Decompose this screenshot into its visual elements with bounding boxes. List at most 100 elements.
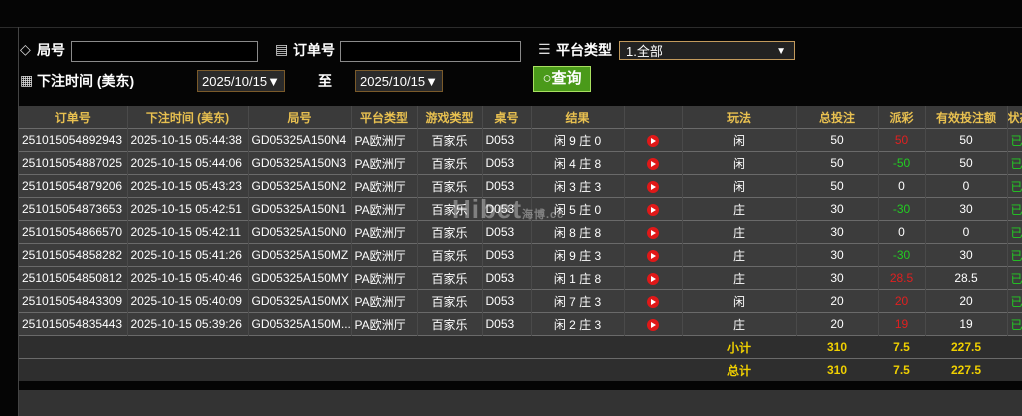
- subtotal-bet: 310: [796, 335, 878, 359]
- order-cell: 251015054873653: [19, 197, 128, 221]
- payout-cell: 19: [878, 312, 926, 336]
- game-type-cell: 百家乐: [417, 151, 483, 175]
- platform-cell: PA欧洲厅: [351, 289, 418, 313]
- col-header-order: 订单号: [19, 106, 128, 129]
- play-cell: 闲: [682, 174, 797, 198]
- table-no-cell: D053: [482, 312, 532, 336]
- play-video-icon[interactable]: [647, 272, 659, 285]
- watermark-suffix: .cc: [546, 209, 565, 221]
- game-type-cell: 百家乐: [417, 312, 483, 336]
- order-cell: 251015054850812: [19, 266, 128, 290]
- play-cell: 闲: [682, 128, 797, 152]
- bet-cell: 30: [796, 220, 879, 244]
- time-cell: 2025-10-15 05:41:26: [127, 243, 249, 267]
- status-cell: 已派: [1007, 266, 1022, 290]
- play-video-icon[interactable]: [647, 180, 659, 193]
- replay-cell[interactable]: [624, 128, 683, 152]
- play-video-icon[interactable]: [647, 203, 659, 216]
- result-cell: 闲 1 庄 8: [531, 266, 625, 290]
- game-no-label: 局号: [37, 42, 65, 58]
- platform-select[interactable]: 1.全部 ▼: [619, 41, 795, 60]
- payout-cell: 20: [878, 289, 926, 313]
- col-header-bet: 总投注: [796, 106, 879, 129]
- bet-cell: 20: [796, 312, 879, 336]
- status-cell: 已派: [1007, 151, 1022, 175]
- tag-icon: ◇: [20, 41, 31, 57]
- status-cell: 已派: [1007, 197, 1022, 221]
- play-video-icon[interactable]: [647, 157, 659, 170]
- replay-cell[interactable]: [624, 197, 683, 221]
- replay-cell[interactable]: [624, 312, 683, 336]
- time-cell: 2025-10-15 05:40:09: [127, 289, 249, 313]
- play-video-icon[interactable]: [647, 295, 659, 308]
- order-no-label: 订单号: [293, 42, 335, 58]
- valid-bet-cell: 30: [925, 243, 1008, 267]
- table-row: 251015054858282 2025-10-15 05:41:26 GD0532…: [19, 243, 1022, 267]
- payout-cell: 50: [878, 128, 926, 152]
- game-no-input[interactable]: [71, 41, 258, 62]
- table-row: 251015054887025 2025-10-15 05:44:06 GD0532…: [19, 151, 1022, 175]
- col-header-time: 下注时间 (美东): [127, 106, 249, 129]
- bet-record-table: 订单号 下注时间 (美东) 局号 平台类型 游戏类型 桌号 结果 玩法 总投注 …: [19, 106, 1022, 381]
- valid-bet-cell: 28.5: [925, 266, 1008, 290]
- date-from-picker[interactable]: 2025/10/15▼: [197, 70, 285, 92]
- game-type-cell: 百家乐: [417, 243, 483, 267]
- valid-bet-cell: 0: [925, 220, 1008, 244]
- platform-cell: PA欧洲厅: [351, 220, 418, 244]
- bet-cell: 20: [796, 289, 879, 313]
- replay-cell[interactable]: [624, 289, 683, 313]
- order-no-input[interactable]: [340, 41, 521, 62]
- bet-cell: 50: [796, 128, 879, 152]
- game-type-cell: 百家乐: [417, 128, 483, 152]
- watermark-logo: Hibet海博.cc: [452, 194, 564, 225]
- order-cell: 251015054835443: [19, 312, 128, 336]
- play-cell: 庄: [682, 220, 797, 244]
- order-cell: 251015054879206: [19, 174, 128, 198]
- total-payout: 7.5: [878, 358, 925, 381]
- play-video-icon[interactable]: [647, 226, 659, 239]
- valid-bet-cell: 50: [925, 128, 1008, 152]
- query-button[interactable]: ○查询: [533, 66, 591, 92]
- replay-cell[interactable]: [624, 266, 683, 290]
- order-cell: 251015054858282: [19, 243, 128, 267]
- replay-cell[interactable]: [624, 220, 683, 244]
- payout-cell: -50: [878, 151, 926, 175]
- valid-bet-cell: 0: [925, 174, 1008, 198]
- table-header-row: 订单号 下注时间 (美东) 局号 平台类型 游戏类型 桌号 结果 玩法 总投注 …: [19, 106, 1022, 129]
- game-no-cell: GD05325A150N0: [248, 220, 352, 244]
- table-row: 251015054850812 2025-10-15 05:40:46 GD0532…: [19, 266, 1022, 290]
- watermark-sub: 海博: [522, 209, 546, 221]
- col-header-game: 局号: [248, 106, 352, 129]
- time-cell: 2025-10-15 05:44:38: [127, 128, 249, 152]
- subtotal-row: 小计 310 7.5 227.5: [19, 335, 1022, 359]
- top-divider: [0, 27, 1022, 28]
- result-cell: 闲 9 庄 0: [531, 128, 625, 152]
- bet-cell: 50: [796, 174, 879, 198]
- time-cell: 2025-10-15 05:44:06: [127, 151, 249, 175]
- time-cell: 2025-10-15 05:40:46: [127, 266, 249, 290]
- time-cell: 2025-10-15 05:42:51: [127, 197, 249, 221]
- chevron-down-icon: ▼: [776, 46, 786, 57]
- replay-cell[interactable]: [624, 243, 683, 267]
- play-video-icon[interactable]: [647, 249, 659, 262]
- query-button-label: 查询: [551, 70, 582, 87]
- game-no-cell: GD05325A150N1: [248, 197, 352, 221]
- play-video-icon[interactable]: [647, 318, 659, 331]
- replay-cell[interactable]: [624, 174, 683, 198]
- replay-cell[interactable]: [624, 151, 683, 175]
- play-video-icon[interactable]: [647, 134, 659, 147]
- play-cell: 庄: [682, 266, 797, 290]
- status-cell: 已派: [1007, 128, 1022, 152]
- payout-cell: 0: [878, 174, 926, 198]
- bet-cell: 30: [796, 243, 879, 267]
- date-to-picker[interactable]: 2025/10/15▼: [355, 70, 443, 92]
- order-cell: 251015054892943: [19, 128, 128, 152]
- platform-cell: PA欧洲厅: [351, 151, 418, 175]
- valid-bet-cell: 20: [925, 289, 1008, 313]
- payout-cell: 0: [878, 220, 926, 244]
- table-row: 251015054835443 2025-10-15 05:39:26 GD0532…: [19, 312, 1022, 336]
- to-label: 至: [318, 73, 332, 89]
- platform-cell: PA欧洲厅: [351, 243, 418, 267]
- game-no-cell: GD05325A150N2: [248, 174, 352, 198]
- game-type-cell: 百家乐: [417, 266, 483, 290]
